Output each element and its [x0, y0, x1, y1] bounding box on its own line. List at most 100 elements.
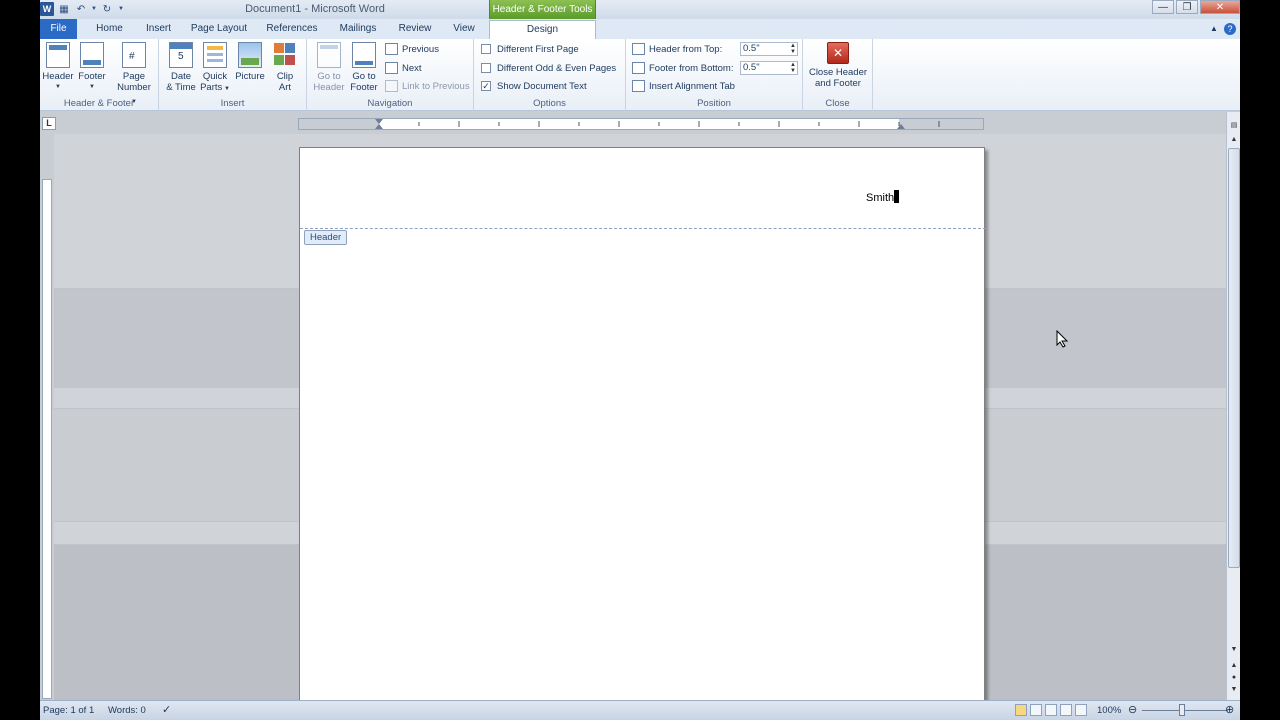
- outline-view-icon[interactable]: [1060, 704, 1072, 716]
- quick-parts-label-1: Quick: [202, 71, 228, 82]
- window-title: Document1 - Microsoft Word: [245, 3, 385, 15]
- page-number-label-1: Page: [122, 71, 146, 82]
- header-from-top-label: Header from Top:: [649, 43, 723, 55]
- page-number-icon: #: [122, 42, 146, 68]
- tab-home[interactable]: Home: [92, 19, 127, 39]
- different-odd-even-label: Different Odd & Even Pages: [497, 62, 617, 74]
- tab-insert[interactable]: Insert: [140, 19, 177, 39]
- footer-button[interactable]: Footer ▼: [74, 42, 110, 93]
- different-odd-even-checkbox[interactable]: Different Odd & Even Pages: [481, 60, 616, 76]
- zoom-slider-knob[interactable]: [1179, 704, 1185, 716]
- group-position: Header from Top: 0.5" ▲ ▼ Footer from Bot…: [626, 39, 803, 111]
- header-from-top-value: 0.5": [743, 43, 760, 54]
- minimize-button[interactable]: —: [1152, 0, 1174, 14]
- help-icon[interactable]: ?: [1223, 19, 1237, 39]
- quick-parts-button[interactable]: Quick Parts ▼: [197, 42, 233, 95]
- header-text-content: Smith: [866, 192, 895, 204]
- zoom-slider-track[interactable]: [1142, 710, 1228, 711]
- date-time-label-1: Date: [170, 71, 192, 82]
- group-insert: 5 Date & Time Quick Parts ▼ Picture Clip…: [159, 39, 307, 111]
- tab-references[interactable]: References: [264, 19, 320, 39]
- different-odd-even-check-box[interactable]: [481, 63, 491, 73]
- word-count-status[interactable]: Words: 0: [108, 705, 146, 716]
- different-first-page-check-box[interactable]: [481, 44, 491, 54]
- tab-view[interactable]: View: [448, 19, 480, 39]
- tab-selector-button[interactable]: L: [42, 117, 56, 130]
- ruler-toggle-icon[interactable]: ▤: [1228, 120, 1240, 132]
- zoom-in-icon[interactable]: ⊕: [1225, 703, 1234, 716]
- next-button[interactable]: Next: [385, 60, 422, 76]
- clip-art-label-2: Art: [278, 82, 292, 93]
- date-time-button[interactable]: 5 Date & Time: [163, 42, 199, 93]
- go-to-footer-label-1: Go to: [352, 71, 376, 82]
- clip-art-button[interactable]: Clip Art: [267, 42, 303, 93]
- next-icon: [385, 62, 398, 74]
- insert-alignment-tab-button[interactable]: Insert Alignment Tab: [632, 78, 735, 94]
- previous-page-icon[interactable]: ▲: [1228, 660, 1240, 672]
- ribbon-tab-bar: File Home Insert Page Layout References …: [40, 19, 1240, 40]
- different-first-page-label: Different First Page: [497, 43, 579, 55]
- close-header-footer-button[interactable]: ✕ Close Header and Footer: [805, 42, 871, 89]
- ruler-bar: L: [40, 112, 1240, 134]
- link-to-previous-label: Link to Previous: [402, 80, 470, 92]
- group-label-navigation: Navigation: [367, 98, 413, 109]
- go-to-footer-button[interactable]: Go to Footer: [346, 42, 382, 93]
- redo-icon[interactable]: ↻: [100, 2, 114, 16]
- tab-design[interactable]: Design: [489, 20, 596, 40]
- group-label-header-footer: Header & Footer: [63, 98, 135, 109]
- group-label-close: Close: [825, 98, 850, 109]
- header-from-top-spinner[interactable]: 0.5" ▲ ▼: [740, 42, 798, 56]
- link-to-previous-button[interactable]: Link to Previous: [385, 78, 470, 94]
- zoom-out-icon[interactable]: ⊖: [1128, 703, 1137, 716]
- vertical-scrollbar[interactable]: ▤ ▲ ▼ ▲ ● ▼: [1226, 112, 1240, 700]
- select-browse-object-icon[interactable]: ●: [1228, 672, 1240, 684]
- undo-dropdown-icon[interactable]: ▼: [91, 2, 97, 16]
- tab-mailings[interactable]: Mailings: [334, 19, 382, 39]
- customize-qat-icon[interactable]: ▼: [117, 2, 125, 16]
- proofing-icon[interactable]: ✓: [162, 703, 171, 716]
- tab-file[interactable]: File: [40, 19, 77, 39]
- tab-page-layout[interactable]: Page Layout: [188, 19, 250, 39]
- go-to-header-button[interactable]: Go to Header: [311, 42, 347, 93]
- zoom-level[interactable]: 100%: [1097, 705, 1121, 716]
- draft-view-icon[interactable]: [1075, 704, 1087, 716]
- word-window: W ▦ ↶ ▼ ↻ ▼ Document1 - Microsoft Word H…: [40, 0, 1240, 720]
- show-document-text-checkbox[interactable]: ✓ Show Document Text: [481, 78, 587, 94]
- full-screen-reading-icon[interactable]: [1030, 704, 1042, 716]
- header-button[interactable]: Header ▼: [40, 42, 76, 93]
- different-first-page-checkbox[interactable]: Different First Page: [481, 41, 579, 57]
- spinner-arrows-icon[interactable]: ▲ ▼: [790, 43, 796, 55]
- close-window-button[interactable]: ✕: [1200, 0, 1240, 14]
- scroll-up-icon[interactable]: ▲: [1228, 134, 1240, 146]
- previous-button[interactable]: Previous: [385, 41, 439, 57]
- clip-art-label-1: Clip: [276, 71, 294, 82]
- print-layout-view-icon[interactable]: [1015, 704, 1027, 716]
- minimize-ribbon-icon[interactable]: ▲: [1208, 19, 1220, 39]
- header-text[interactable]: Smith: [866, 190, 900, 204]
- save-icon[interactable]: ▦: [57, 2, 71, 16]
- picture-button[interactable]: Picture: [232, 42, 268, 82]
- page-count-status[interactable]: Page: 1 of 1: [43, 705, 94, 716]
- restore-button[interactable]: ❐: [1176, 0, 1198, 14]
- document-page[interactable]: Smith Header: [299, 147, 986, 700]
- header-dropdown-icon: ▼: [55, 84, 61, 90]
- next-page-icon[interactable]: ▼: [1228, 684, 1240, 696]
- document-area: Smith Header: [54, 134, 1226, 700]
- status-bar: Page: 1 of 1 Words: 0 ✓ 100% ⊖ ⊕: [40, 700, 1240, 720]
- footer-from-bottom-spinner[interactable]: 0.5" ▲ ▼: [740, 61, 798, 75]
- undo-icon[interactable]: ↶: [74, 2, 88, 16]
- close-header-footer-label-2: and Footer: [815, 78, 861, 89]
- tab-review[interactable]: Review: [396, 19, 434, 39]
- web-layout-icon[interactable]: [1045, 704, 1057, 716]
- horizontal-ruler[interactable]: [298, 118, 984, 130]
- header-position-icon: [632, 43, 645, 55]
- footer-icon: [80, 42, 104, 68]
- show-document-text-check-box[interactable]: ✓: [481, 81, 491, 91]
- spinner-arrows-icon[interactable]: ▲ ▼: [790, 62, 796, 74]
- word-logo-icon[interactable]: W: [40, 2, 54, 16]
- scroll-down-icon[interactable]: ▼: [1228, 644, 1240, 656]
- scrollbar-thumb[interactable]: [1228, 148, 1240, 568]
- group-label-options: Options: [533, 98, 566, 109]
- vertical-ruler[interactable]: [40, 134, 52, 700]
- clip-art-icon: [273, 42, 297, 68]
